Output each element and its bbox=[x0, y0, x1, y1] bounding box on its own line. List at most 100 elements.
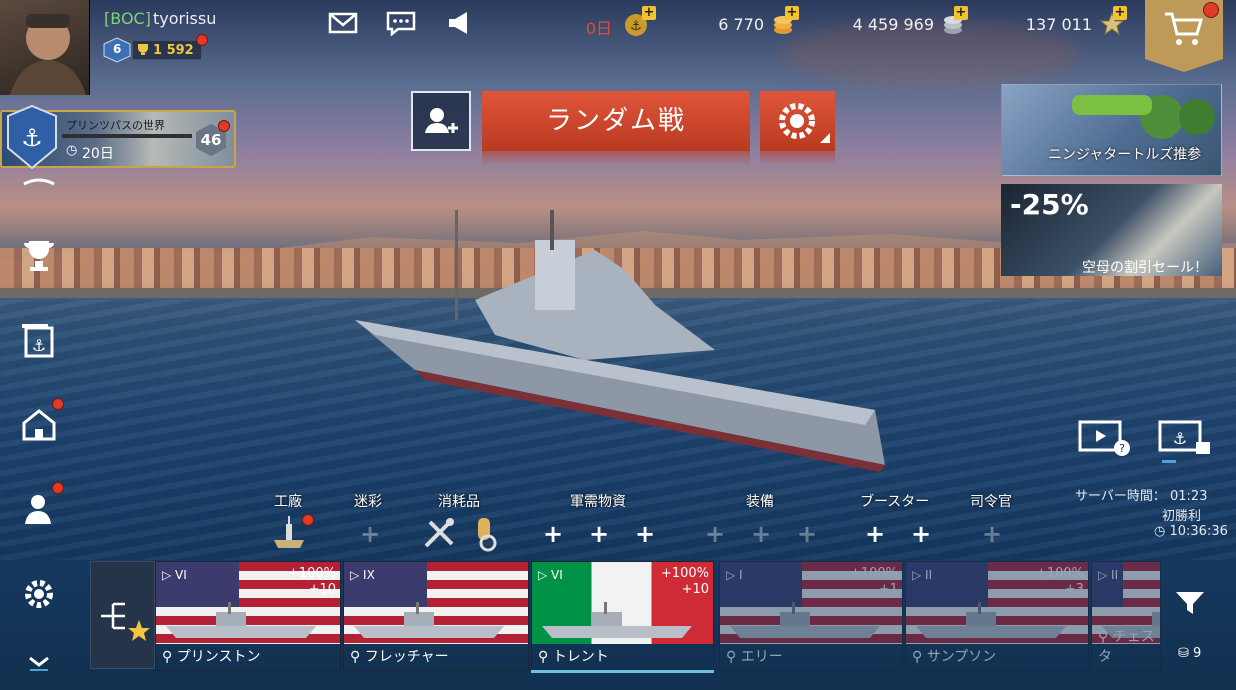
battle-mode-button[interactable] bbox=[760, 91, 835, 151]
buy-free-xp-plus[interactable]: + bbox=[1113, 6, 1127, 20]
fleet-tree-star-icon bbox=[101, 602, 150, 641]
game-lobby-screen: { "player": {"clan_tag": "[BOC]", "name"… bbox=[0, 0, 1236, 690]
ship-name: ⚲ チェスタ bbox=[1098, 626, 1160, 666]
battle-pass-title: プリンツパスの世界 bbox=[66, 119, 165, 132]
battle-pass-progress bbox=[62, 134, 192, 138]
replay-progress bbox=[1162, 460, 1176, 463]
equipment-slot-3[interactable]: + bbox=[797, 520, 817, 548]
svg-text:⚓: ⚓ bbox=[21, 124, 43, 152]
chat-icon[interactable] bbox=[386, 10, 416, 36]
buy-doubloons-plus[interactable]: + bbox=[785, 6, 799, 20]
arsenal-ship-icon[interactable] bbox=[272, 514, 306, 550]
player-avatar[interactable] bbox=[0, 0, 90, 95]
pin-icon: ⚲ bbox=[538, 649, 553, 665]
crew-icon[interactable] bbox=[20, 490, 58, 528]
battle-pass-days: 20日 bbox=[82, 146, 114, 162]
buy-credits-plus[interactable]: + bbox=[954, 6, 968, 20]
announcement-icon[interactable] bbox=[446, 10, 476, 36]
svg-text:⚓: ⚓ bbox=[630, 19, 642, 34]
bonus-points: +10 bbox=[681, 582, 709, 597]
ship-name: ⚲ フレッチャー bbox=[350, 646, 449, 666]
ship-name: ⚲ トレント bbox=[538, 646, 609, 666]
category-consumables[interactable]: 消耗品 bbox=[438, 491, 480, 511]
battle-button-glow bbox=[482, 151, 750, 165]
category-equipment[interactable]: 装備 bbox=[746, 491, 774, 511]
selected-ship-indicator bbox=[531, 670, 714, 673]
equipment-slot-1[interactable]: + bbox=[705, 520, 725, 548]
ship-name: ⚲ プリンストン bbox=[162, 646, 260, 666]
ship-tier: ▷ II bbox=[1098, 568, 1118, 582]
mail-icon[interactable] bbox=[328, 10, 358, 36]
category-commander[interactable]: 司令官 bbox=[970, 491, 1012, 511]
svg-text:⚓: ⚓ bbox=[1173, 429, 1187, 448]
server-time: サーバー時間： 01:23 bbox=[1075, 489, 1208, 504]
svg-text:?: ? bbox=[1119, 442, 1125, 455]
ship-tier-value: VI bbox=[175, 568, 187, 582]
player-name[interactable]: tyorissu bbox=[153, 9, 216, 28]
trophy-icon[interactable] bbox=[20, 237, 58, 275]
equipment-slot-2[interactable]: + bbox=[751, 520, 771, 548]
rank-badge-icon[interactable]: 6 bbox=[102, 37, 132, 63]
ship-silhouette-icon bbox=[542, 602, 692, 638]
battle-mode-gear-icon bbox=[779, 103, 830, 143]
ship-card[interactable]: ▷ IX ⚲ フレッチャー bbox=[343, 561, 529, 671]
bonus-xp: +100% bbox=[849, 566, 898, 581]
add-friend-icon bbox=[425, 108, 458, 133]
ship-count-value: 9 bbox=[1193, 646, 1202, 661]
svg-text:⚓: ⚓ bbox=[32, 336, 46, 355]
ship-class-icon: ▷ bbox=[912, 568, 926, 582]
ship-tier-value: IX bbox=[363, 568, 375, 582]
ship-silhouette-icon bbox=[730, 602, 880, 638]
filter-icon[interactable] bbox=[1170, 586, 1210, 618]
battle-button[interactable]: ランダム戦 bbox=[482, 91, 750, 151]
supply-slot-2[interactable]: + bbox=[589, 520, 609, 548]
video-help-icon[interactable]: ? bbox=[1076, 416, 1132, 458]
video-replay-icon[interactable]: ⚓ bbox=[1156, 416, 1212, 458]
first-win-timer-value: 10:36:36 bbox=[1169, 524, 1228, 539]
bonus-xp: +100% bbox=[1035, 566, 1084, 581]
category-boosters[interactable]: ブースター bbox=[860, 491, 929, 511]
category-arsenal[interactable]: 工廠 bbox=[274, 491, 302, 511]
ship-card[interactable]: ▷ II +100% +3 ⚲ サンプソン bbox=[905, 561, 1089, 671]
ship-tier: ▷ VI bbox=[538, 568, 563, 582]
smoke-consumable-icon[interactable] bbox=[468, 516, 500, 552]
category-supplies[interactable]: 軍需物資 bbox=[570, 491, 626, 511]
ship-name-value: フレッチャー bbox=[364, 649, 449, 665]
ship-name-value: サンプソン bbox=[926, 649, 997, 665]
promo-carrier-text: 空母の割引セール！ bbox=[1082, 260, 1208, 276]
ship-class-icon: ▷ bbox=[726, 568, 740, 582]
clock-icon: ◷ bbox=[1154, 524, 1170, 539]
repair-tools-icon[interactable] bbox=[422, 518, 456, 550]
add-friend-button[interactable] bbox=[411, 91, 471, 151]
ship-bonus: +100% +10 bbox=[288, 566, 336, 598]
fleet-sort-button[interactable] bbox=[90, 561, 155, 669]
ship-card[interactable]: ▷ II ⚲ チェスタ bbox=[1091, 561, 1161, 671]
booster-slot-2[interactable]: + bbox=[911, 520, 931, 548]
booster-slot-1[interactable]: + bbox=[865, 520, 885, 548]
clan-tag[interactable]: [BOC] bbox=[104, 9, 151, 28]
settings-gear-icon[interactable] bbox=[20, 575, 58, 613]
ship-tier-value: I bbox=[739, 568, 743, 582]
pin-icon: ⚲ bbox=[1098, 629, 1113, 645]
ship-card[interactable]: ▷ I +100% +1 ⚲ エリー bbox=[719, 561, 903, 671]
port-icon[interactable] bbox=[20, 405, 58, 443]
ship-bonus: +100% +1 bbox=[850, 566, 898, 598]
collapsed-menu-icon[interactable] bbox=[20, 170, 58, 192]
buy-premium-plus[interactable]: + bbox=[642, 6, 656, 20]
camo-empty-slot[interactable]: + bbox=[360, 520, 380, 548]
supply-slot-3[interactable]: + bbox=[635, 520, 655, 548]
premium-days: 0日 bbox=[585, 19, 612, 38]
chevron-down-icon[interactable] bbox=[20, 652, 58, 674]
promo-turtles-text: ニンジャタートルズ推参 bbox=[1048, 147, 1202, 163]
supply-slot-1[interactable]: + bbox=[543, 520, 563, 548]
commander-slot[interactable]: + bbox=[982, 520, 1002, 548]
ship-card[interactable]: ▷ VI +100% +10 ⚲ プリンストン bbox=[155, 561, 341, 671]
bonus-xp: +100% bbox=[660, 566, 709, 581]
notification-dot bbox=[196, 34, 208, 46]
category-camouflage[interactable]: 迷彩 bbox=[354, 491, 382, 511]
ship-tier: ▷ I bbox=[726, 568, 743, 582]
ship-tier-value: II bbox=[925, 568, 933, 582]
armory-icon[interactable]: ⚓ bbox=[20, 322, 58, 360]
ship-card[interactable]: ▷ VI +100% +10 ⚲ トレント bbox=[531, 561, 714, 671]
crew-notification-dot bbox=[52, 482, 64, 494]
